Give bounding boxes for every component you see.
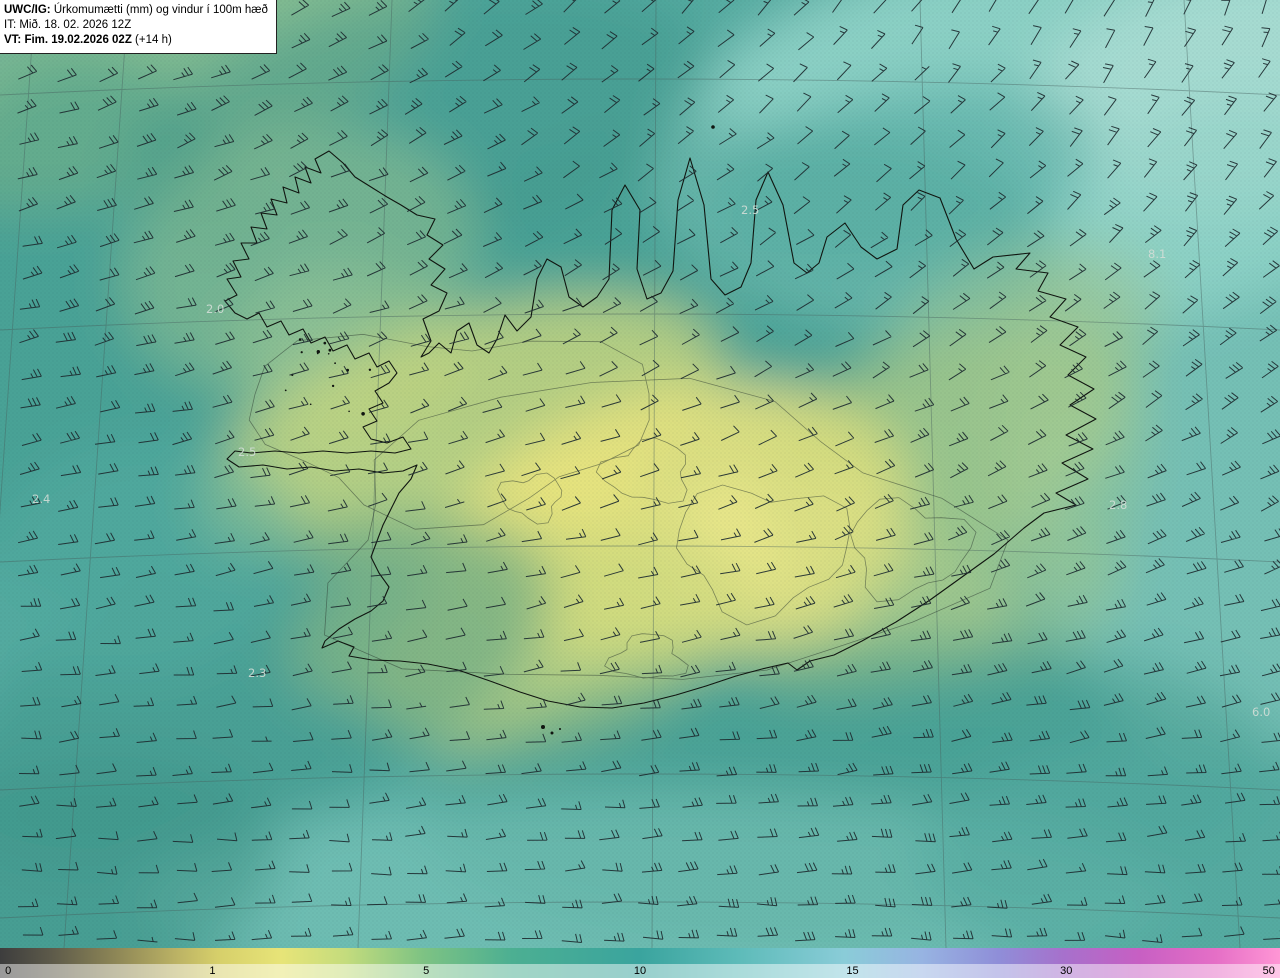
stipple-texture [0,0,1280,948]
colorbar-tick-label: 5 [423,965,430,977]
colorbar: 0 1 5 10 15 30 50 [0,948,1280,978]
colorbar-tick-label: 10 [633,965,647,977]
contour-label: 2.0 [206,302,224,316]
colorbar-labels: 0 1 5 10 15 30 50 [0,964,1280,978]
colorbar-tick-label: 0 [5,965,12,977]
valid-time: VT: Fim. 19.02.2026 02Z (+14 h) [4,34,172,47]
precipitation-wind-map: 2.5 8.1 2.0 2.5 2.4 2.8 2.3 6.0 UWC/IG: Úrkomum… [0,0,1280,978]
colorbar-tick-label: 1 [209,965,216,977]
colorbar-tick-label: 30 [1060,965,1073,977]
map-title-box: UWC/IG: Úrkomumætti (mm) og vindur í 100… [0,0,277,54]
map-canvas: 2.5 8.1 2.0 2.5 2.4 2.8 2.3 6.0 UWC/IG: Úrkomum… [0,0,1280,948]
product-label: UWC/IG: [4,4,51,16]
colorbar-gradient [0,948,1280,964]
contour-label: 2.4 [32,492,50,506]
contour-label: 8.1 [1148,247,1166,261]
colorbar-tick-label: 50 [1262,965,1275,977]
contour-label: 2.5 [238,445,256,459]
colorbar-tick-label: 15 [846,965,859,977]
contour-label: 6.0 [1252,705,1270,719]
map-svg: 2.5 8.1 2.0 2.5 2.4 2.8 2.3 6.0 [0,0,1280,948]
contour-label: 2.3 [248,666,266,680]
contour-label: 2.5 [741,203,759,217]
product-title: UWC/IG: Úrkomumætti (mm) og vindur í 100… [4,4,268,16]
contour-label: 2.8 [1109,498,1127,512]
init-time: IT: Mið. 18. 02. 2026 12Z [4,19,132,32]
